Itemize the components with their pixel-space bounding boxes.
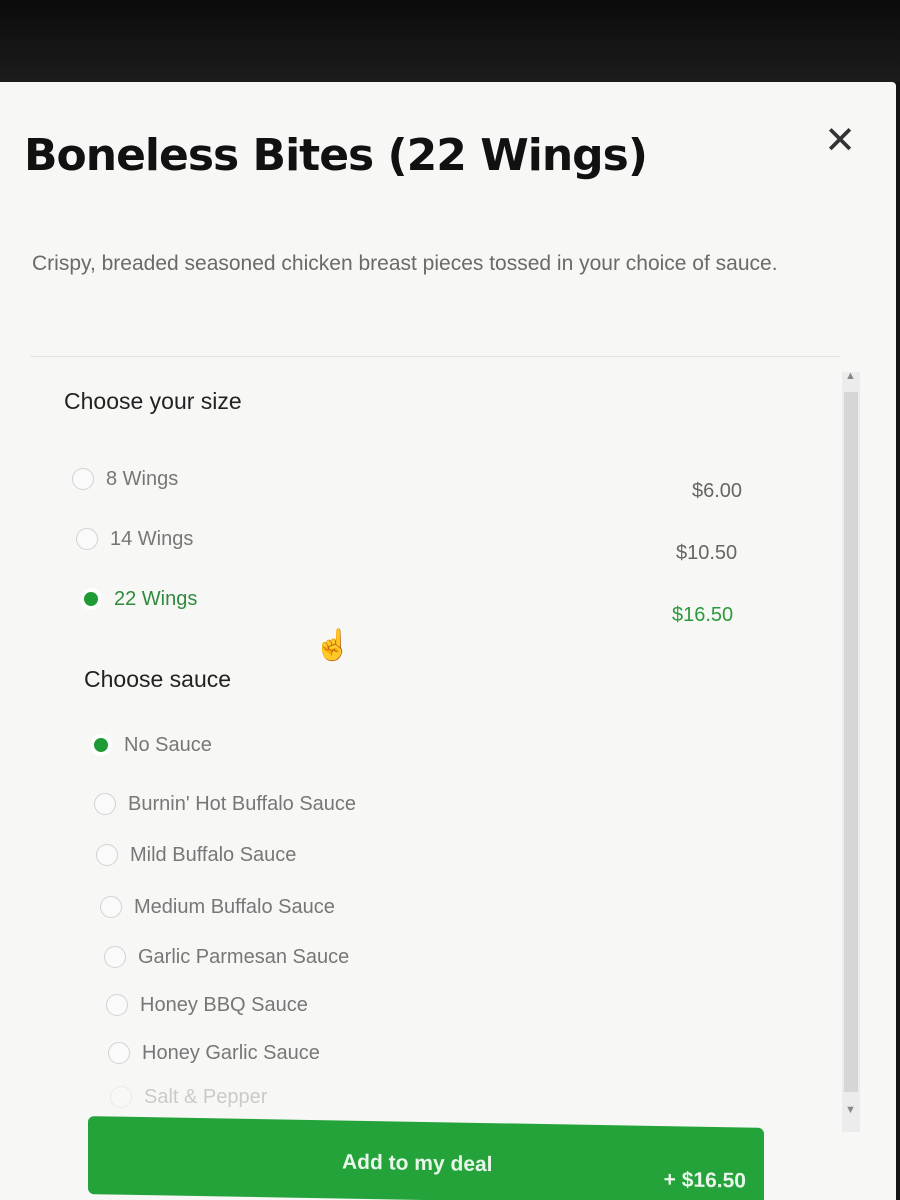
sauce-option-garlic-parmesan[interactable]: Garlic Parmesan Sauce bbox=[104, 940, 349, 974]
sauce-option-label: Honey BBQ Sauce bbox=[140, 993, 308, 1016]
size-section-title: Choose your size bbox=[64, 388, 242, 414]
sauce-option-burnin-hot-buffalo[interactable]: Burnin' Hot Buffalo Sauce bbox=[94, 787, 356, 821]
monitor-bezel bbox=[0, 0, 900, 82]
radio-button[interactable] bbox=[108, 1042, 130, 1064]
size-option-price: $16.50 bbox=[672, 604, 734, 626]
size-option-14-wings[interactable]: 14 Wings bbox=[76, 522, 193, 556]
scroll-down-icon[interactable]: ▼ bbox=[845, 1104, 856, 1116]
size-option-label: 8 Wings bbox=[106, 467, 179, 490]
sauce-option-medium-buffalo[interactable]: Medium Buffalo Sauce bbox=[100, 890, 335, 924]
item-description: Crispy, breaded seasoned chicken breast … bbox=[32, 252, 778, 275]
sauce-option-salt-pepper[interactable]: Salt & Pepper bbox=[110, 1080, 267, 1114]
hand-cursor-icon: ☝ bbox=[314, 629, 352, 662]
size-option-price: $6.00 bbox=[692, 480, 743, 502]
add-to-deal-label: Add to my deal bbox=[342, 1150, 493, 1177]
radio-button-selected[interactable] bbox=[90, 734, 112, 756]
size-option-label: 14 Wings bbox=[110, 527, 194, 550]
radio-button[interactable] bbox=[96, 844, 118, 866]
add-to-deal-button[interactable]: Add to my deal + $16.50 bbox=[88, 1116, 764, 1200]
radio-button-selected[interactable] bbox=[80, 588, 102, 610]
sauce-option-label: Honey Garlic Sauce bbox=[142, 1041, 320, 1064]
sauce-option-label: Mild Buffalo Sauce bbox=[130, 843, 297, 866]
sauce-option-label: Medium Buffalo Sauce bbox=[134, 895, 335, 918]
size-option-label: 22 Wings bbox=[114, 587, 198, 610]
sauce-option-label: Salt & Pepper bbox=[144, 1085, 268, 1108]
sauce-option-honey-bbq[interactable]: Honey BBQ Sauce bbox=[106, 988, 308, 1022]
radio-button[interactable] bbox=[76, 528, 98, 550]
radio-button[interactable] bbox=[110, 1086, 132, 1108]
size-option-22-wings[interactable]: 22 Wings bbox=[80, 582, 197, 616]
size-option-8-wings[interactable]: 8 Wings bbox=[72, 462, 178, 496]
divider bbox=[30, 356, 840, 357]
radio-button[interactable] bbox=[72, 468, 94, 490]
sauce-option-no-sauce[interactable]: No Sauce bbox=[90, 728, 212, 762]
radio-button[interactable] bbox=[106, 994, 128, 1016]
sauce-section-title: Choose sauce bbox=[84, 666, 232, 692]
radio-button[interactable] bbox=[100, 896, 122, 918]
sauce-option-label: Garlic Parmesan Sauce bbox=[138, 945, 350, 968]
radio-button[interactable] bbox=[94, 793, 116, 815]
radio-button[interactable] bbox=[104, 946, 126, 968]
add-to-deal-price: + $16.50 bbox=[663, 1168, 746, 1193]
sauce-option-honey-garlic[interactable]: Honey Garlic Sauce bbox=[108, 1036, 320, 1070]
scrollbar-thumb[interactable] bbox=[844, 392, 858, 1092]
close-icon[interactable]: ✕ bbox=[818, 118, 862, 162]
sauce-option-label: Burnin' Hot Buffalo Sauce bbox=[128, 792, 357, 815]
sauce-option-label: No Sauce bbox=[124, 733, 212, 756]
scroll-up-icon[interactable]: ▲ bbox=[845, 370, 856, 382]
size-option-price: $10.50 bbox=[676, 542, 738, 564]
modal-title: Boneless Bites (22 Wings) bbox=[24, 130, 648, 181]
item-options-modal: Boneless Bites (22 Wings) ✕ Crispy, brea… bbox=[0, 82, 896, 1200]
sauce-option-mild-buffalo[interactable]: Mild Buffalo Sauce bbox=[96, 838, 296, 872]
